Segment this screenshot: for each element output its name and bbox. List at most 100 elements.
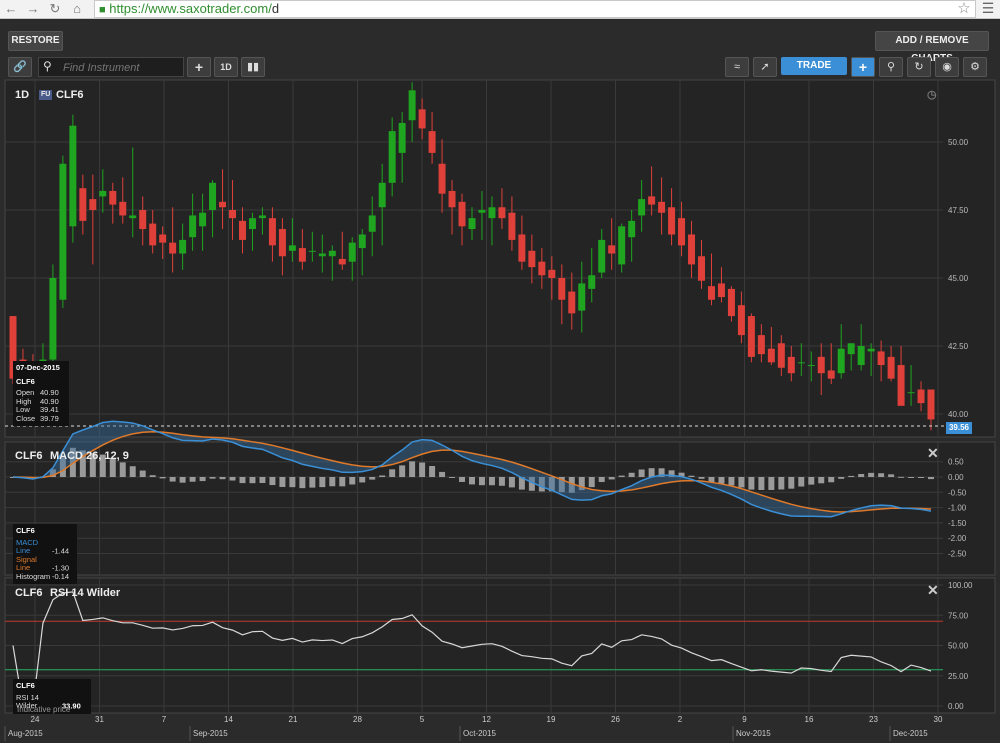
candle-body <box>638 199 646 216</box>
rsi-title: RSI 14 Wilder <box>50 587 121 599</box>
candle-body <box>518 234 526 262</box>
candle-body <box>398 122 406 153</box>
macd-y-tick-label: -1.50 <box>948 519 967 528</box>
candle-body <box>498 207 506 219</box>
candle-body <box>258 215 266 219</box>
macd-histogram-bar <box>379 475 386 477</box>
macd-histogram-bar <box>778 477 785 490</box>
macd-histogram-bar <box>169 477 176 482</box>
macd-histogram-bar <box>688 475 695 477</box>
macd-tooltip: CLF6 MACD Line -1.44 Signal Line -1.30 His… <box>13 524 77 584</box>
macd-histogram-bar <box>259 477 266 484</box>
macd-histogram-bar <box>648 468 655 477</box>
macd-histogram-bar <box>618 475 625 477</box>
macd-histogram-bar <box>279 477 286 487</box>
macd-histogram-bar <box>758 477 765 490</box>
rsi-y-tick-label: 75.00 <box>948 611 969 620</box>
macd-histogram-bar <box>409 461 416 477</box>
macd-histogram-bar <box>828 477 835 483</box>
candle-body <box>248 218 256 230</box>
candle-body <box>717 283 725 298</box>
macd-y-tick-label: -2.50 <box>948 550 967 559</box>
macd-histogram-bar <box>199 477 206 482</box>
macd-y-tick-label: -2.00 <box>948 534 967 543</box>
macd-histogram-bar <box>219 477 226 480</box>
macd-histogram-bar <box>299 477 306 489</box>
candle-body <box>927 389 935 420</box>
macd-histogram-bar <box>738 477 745 488</box>
candle-body <box>757 335 765 355</box>
macd-histogram-bar <box>369 477 376 480</box>
histogram-value: -0.14 <box>52 571 70 581</box>
candle-body <box>428 131 436 153</box>
rsi-tooltip-symbol: CLF6 <box>16 681 35 690</box>
candle-body <box>468 218 476 230</box>
x-month-label: Oct-2015 <box>463 729 496 738</box>
candle-body <box>348 242 356 262</box>
x-month-label: Dec-2015 <box>893 729 928 738</box>
candle-body <box>767 348 775 363</box>
rsi-y-tick-label: 100.00 <box>948 581 973 590</box>
candle-body <box>308 250 316 252</box>
macd-histogram-bar <box>878 473 885 477</box>
close-macd-icon[interactable]: ✕ <box>927 445 939 462</box>
candle-body <box>578 283 586 311</box>
macd-histogram-bar <box>898 476 905 478</box>
macd-histogram-bar <box>818 477 825 484</box>
main-y-tick-label: 40.00 <box>948 410 969 419</box>
candle-body <box>698 256 705 281</box>
x-day-label: 5 <box>420 715 425 724</box>
macd-histogram-bar <box>159 477 166 479</box>
x-month-label: Nov-2015 <box>736 729 771 738</box>
macd-histogram-bar <box>329 477 336 487</box>
rsi-y-tick-label: 25.00 <box>948 672 969 681</box>
main-symbol-label: CLF6 <box>56 89 84 101</box>
macd-histogram-bar <box>748 477 755 490</box>
candle-body <box>229 210 237 219</box>
macd-y-tick-label: -0.50 <box>948 488 967 497</box>
macd-histogram-bar <box>888 474 895 477</box>
candle-body <box>648 196 656 205</box>
histogram-label: Histogram <box>16 571 51 581</box>
candle-body <box>797 362 805 364</box>
main-period-label: 1D <box>15 89 30 101</box>
x-month-label: Aug-2015 <box>8 729 43 738</box>
macd-symbol-label: CLF6 <box>15 450 43 462</box>
macd-histogram-bar <box>838 477 845 479</box>
macd-histogram-bar <box>349 477 356 485</box>
rsi-y-tick-label: 0.00 <box>948 702 964 711</box>
x-day-label: 24 <box>31 715 40 724</box>
macd-histogram-bar <box>429 466 436 477</box>
macd-histogram-bar <box>239 477 246 484</box>
main-y-tick-label: 47.50 <box>948 206 969 215</box>
x-day-label: 21 <box>289 715 298 724</box>
candle-body <box>69 125 77 227</box>
rsi-y-tick-label: 50.00 <box>948 642 969 651</box>
candle-body <box>558 278 566 300</box>
macd-histogram-bar <box>389 469 396 477</box>
x-day-label: 16 <box>805 715 814 724</box>
candle-body <box>189 215 197 238</box>
candle-body <box>917 389 925 404</box>
macd-histogram-bar <box>628 472 635 477</box>
main-y-tick-label: 42.50 <box>948 342 969 351</box>
chart-area[interactable]: 50.0047.5045.0042.5040.000.500.00-0.50-1… <box>0 0 1000 743</box>
close-rsi-icon[interactable]: ✕ <box>927 582 939 599</box>
main-panel-bg <box>4 79 996 438</box>
candle-body <box>119 201 127 216</box>
candle-body <box>488 207 496 219</box>
candle-body <box>777 343 785 368</box>
indicative-price-note: Indicative price <box>17 705 71 714</box>
candle-body <box>219 201 227 208</box>
candle-body <box>837 348 845 374</box>
macd-line-label: MACD Line <box>16 537 39 555</box>
macd-line-value: -1.44 <box>52 546 70 555</box>
x-day-label: 7 <box>162 715 167 724</box>
macd-y-tick-label: 0.50 <box>948 458 964 467</box>
candle-body <box>159 234 167 243</box>
candle-body <box>458 201 466 227</box>
macd-y-tick-label: -1.00 <box>948 504 967 513</box>
candle-body <box>378 182 386 208</box>
macd-histogram-bar <box>808 477 815 485</box>
macd-histogram-bar <box>229 477 236 481</box>
